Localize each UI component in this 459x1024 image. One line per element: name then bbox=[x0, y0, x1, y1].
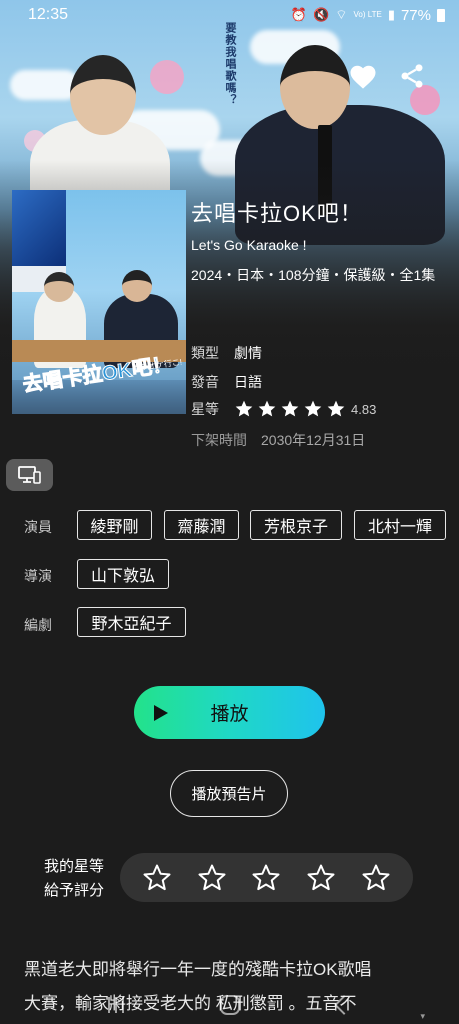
system-nav-bar: ▾ bbox=[0, 986, 459, 1024]
cast-label: 演員 bbox=[24, 519, 52, 535]
cast-device-icon bbox=[17, 466, 41, 484]
cast-chip[interactable]: 北村一輝 bbox=[354, 510, 446, 540]
my-rating-label-line2: 給予評分 bbox=[44, 882, 105, 899]
star-icon bbox=[304, 400, 322, 417]
back-button[interactable] bbox=[333, 995, 354, 1015]
genre-row: 類型 劇情 bbox=[191, 343, 262, 363]
rate-star-icon[interactable] bbox=[142, 863, 172, 893]
alarm-icon: ⏰ bbox=[290, 7, 308, 22]
star-icon bbox=[235, 400, 253, 417]
movie-title: 去唱卡拉OK吧！ bbox=[191, 201, 363, 226]
cast-chip[interactable]: 綾野剛 bbox=[77, 510, 152, 540]
play-label: 播放 bbox=[210, 704, 249, 725]
recent-apps-button[interactable] bbox=[108, 997, 125, 1013]
writer-label: 編劇 bbox=[24, 617, 52, 633]
director-label: 導演 bbox=[24, 568, 52, 584]
status-time: 12:35 bbox=[28, 6, 69, 23]
rating-label: 星等 bbox=[191, 401, 219, 417]
rating-row: 星等 4.83 bbox=[191, 399, 376, 419]
heart-icon bbox=[350, 65, 376, 89]
keyboard-icon: ▾ bbox=[420, 1011, 425, 1021]
expiry-label: 下架時間 bbox=[191, 432, 247, 448]
play-trailer-button[interactable]: 播放預告片 bbox=[170, 770, 288, 817]
rate-stars[interactable] bbox=[120, 853, 413, 902]
wifi-icon: ⌔ bbox=[335, 7, 348, 22]
share-button[interactable] bbox=[398, 62, 428, 92]
description-line: 黑道老大即將舉行一年一度的殘酷卡拉OK歌唱 bbox=[24, 960, 372, 979]
rating-stars bbox=[234, 399, 346, 419]
rating-score: 4.83 bbox=[351, 401, 377, 417]
share-icon bbox=[401, 64, 423, 88]
my-rating-label-line1: 我的星等 bbox=[44, 858, 105, 875]
signal-icon: ▮ bbox=[387, 7, 395, 22]
star-icon bbox=[258, 400, 276, 417]
star-icon bbox=[327, 400, 345, 417]
star-icon bbox=[281, 400, 299, 417]
battery-icon bbox=[437, 8, 445, 22]
language-label: 發音 bbox=[191, 374, 219, 390]
writer-chip[interactable]: 野木亞紀子 bbox=[77, 607, 186, 637]
network-indicator: Vo) LTE bbox=[353, 10, 382, 19]
play-icon bbox=[154, 705, 168, 721]
genre-value: 劇情 bbox=[234, 345, 262, 361]
home-button[interactable] bbox=[220, 995, 241, 1015]
language-value: 日語 bbox=[234, 374, 262, 390]
expiry-value: 2030年12月31日 bbox=[261, 432, 366, 448]
movie-subtitle: Let's Go Karaoke ! bbox=[191, 237, 307, 253]
cast-device-button[interactable] bbox=[6, 459, 53, 491]
cast-chip[interactable]: 齋藤潤 bbox=[164, 510, 239, 540]
trailer-label: 播放預告片 bbox=[191, 786, 267, 803]
cast-chip[interactable]: 芳根京子 bbox=[250, 510, 342, 540]
rate-star-icon[interactable] bbox=[251, 863, 281, 893]
genre-label: 類型 bbox=[191, 345, 219, 361]
favorite-button[interactable] bbox=[348, 62, 378, 92]
hero-poster-text: 要教我唱歌嗎？ bbox=[224, 22, 236, 106]
rate-star-icon[interactable] bbox=[361, 863, 391, 893]
battery-percent: 77% bbox=[400, 6, 431, 24]
language-row: 發音 日語 bbox=[191, 372, 262, 392]
rate-star-icon[interactable] bbox=[306, 863, 336, 893]
my-rating-label: 我的星等 給予評分 bbox=[44, 855, 104, 903]
status-bar: 12:35 ⏰ 🔇 ⌔ Vo) LTE ▮ 77% bbox=[0, 0, 459, 30]
movie-poster: 去唱卡拉OK吧！ カラオケ行こ! bbox=[12, 190, 186, 414]
expiry-row: 下架時間 2030年12月31日 bbox=[191, 430, 365, 450]
movie-meta: 2024・日本・108分鐘・保護級・全1集 bbox=[191, 267, 436, 283]
mute-icon: 🔇 bbox=[313, 7, 330, 22]
play-button[interactable]: 播放 bbox=[134, 686, 325, 739]
rate-star-icon[interactable] bbox=[197, 863, 227, 893]
director-chip[interactable]: 山下敦弘 bbox=[77, 559, 169, 589]
